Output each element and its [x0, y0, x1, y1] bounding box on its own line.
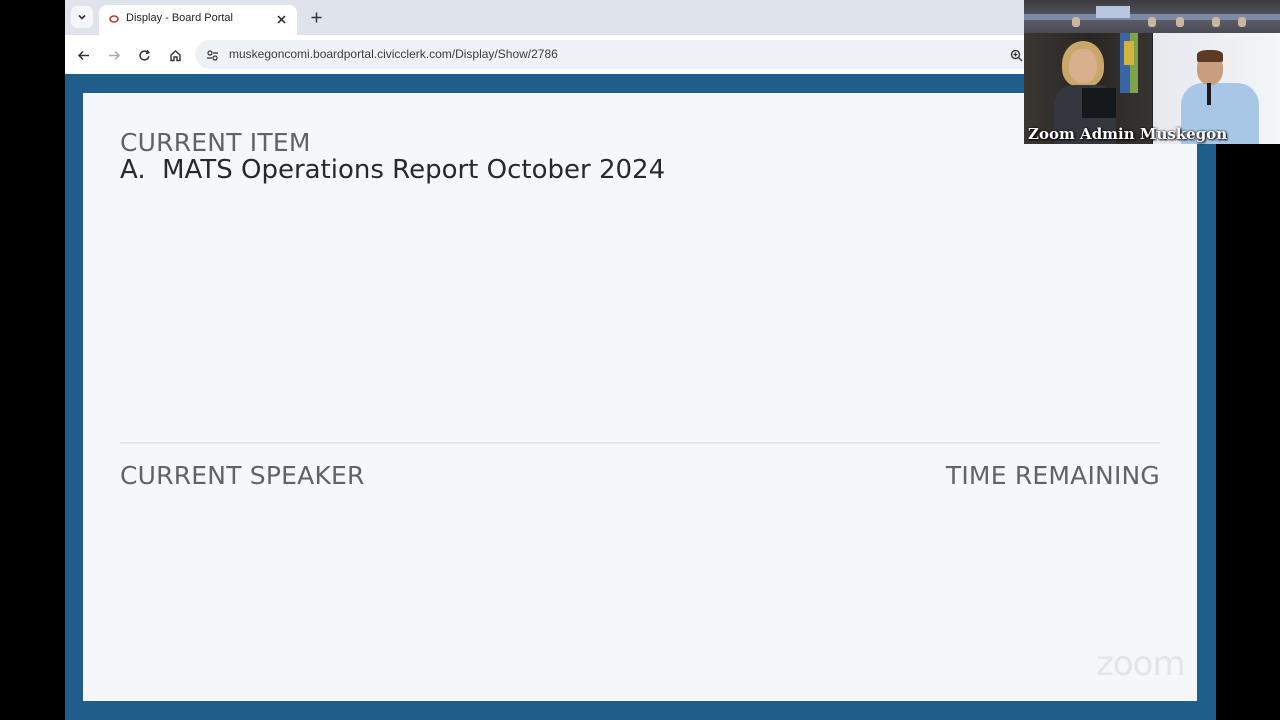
site-info-button[interactable]: [203, 46, 221, 64]
tab-close-button[interactable]: [273, 11, 289, 27]
reload-button[interactable]: [133, 44, 155, 66]
forward-button[interactable]: [103, 44, 125, 66]
home-button[interactable]: [164, 44, 186, 66]
arrow-right-icon: [108, 50, 120, 60]
new-tab-button[interactable]: [306, 7, 326, 27]
current-speaker-label: CURRENT SPEAKER: [120, 461, 365, 490]
browser-tab[interactable]: Display - Board Portal: [99, 5, 297, 35]
zoom-indicator-button[interactable]: [1007, 46, 1025, 64]
tune-icon: [206, 49, 218, 61]
tab-title: Display - Board Portal: [126, 12, 233, 24]
video-overlay: Zoom Admin Muskegon: [1024, 0, 1280, 144]
zoom-watermark: zoom: [1096, 644, 1186, 684]
zoom-in-icon: [1010, 49, 1022, 61]
section-divider: [120, 442, 1160, 444]
current-item-label: CURRENT ITEM: [120, 128, 311, 157]
civicclerk-icon: [109, 15, 119, 23]
tab-search-button[interactable]: [71, 6, 93, 28]
time-remaining-label: TIME REMAINING: [945, 461, 1160, 490]
arrow-left-icon: [77, 50, 89, 60]
display-panel: CURRENT ITEM A. MATS Operations Report O…: [83, 93, 1197, 701]
close-icon: [276, 14, 286, 24]
chevron-down-icon: [78, 14, 86, 20]
participant-name-label: Zoom Admin Muskegon: [1028, 125, 1228, 143]
current-item-value: A. MATS Operations Report October 2024: [120, 155, 666, 185]
reload-icon: [138, 49, 150, 61]
plus-icon: [311, 12, 321, 22]
url-text: muskegoncomi.boardportal.civicclerk.com/…: [229, 47, 558, 61]
back-button[interactable]: [72, 44, 94, 66]
room-camera-feed: [1024, 0, 1280, 33]
home-icon: [169, 49, 181, 61]
